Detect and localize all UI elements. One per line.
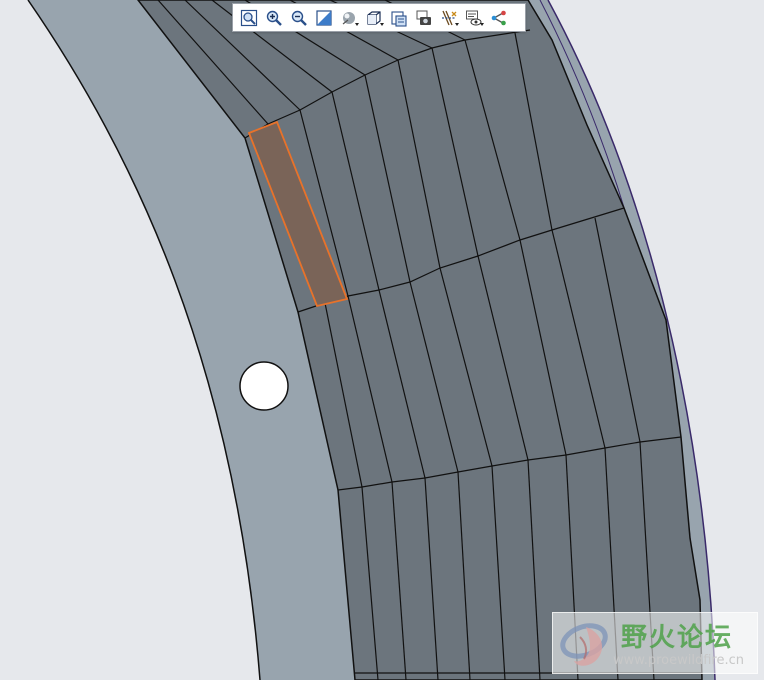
display-style-button[interactable] — [336, 6, 361, 29]
dropdown-arrow-icon — [355, 23, 359, 26]
zoom-in-icon — [265, 9, 283, 27]
render-icon — [415, 9, 433, 27]
dropdown-arrow-icon — [380, 23, 384, 26]
zoom-out-button[interactable] — [286, 6, 311, 29]
spin-center-button[interactable] — [486, 6, 511, 29]
zoom-in-button[interactable] — [261, 6, 286, 29]
hole-feature[interactable] — [239, 361, 289, 411]
dropdown-arrow-icon — [480, 23, 484, 26]
render-button[interactable] — [411, 6, 436, 29]
spin-center-icon — [490, 9, 508, 27]
zoom-fit-icon — [240, 9, 258, 27]
watermark-url: www.proewildfire.cn — [613, 653, 744, 668]
view-toolbar — [232, 3, 526, 32]
watermark-title: 野火论坛 — [621, 623, 734, 653]
repaint-button[interactable] — [311, 6, 336, 29]
repaint-icon — [315, 9, 333, 27]
dropdown-arrow-icon — [455, 23, 459, 26]
view-manager-icon — [390, 9, 408, 27]
datum-display-button[interactable] — [436, 6, 461, 29]
forum-watermark: 野火论坛 www.proewildfire.cn — [552, 612, 758, 674]
refit-button[interactable] — [236, 6, 261, 29]
forum-logo-icon — [560, 623, 608, 666]
view-manager-button[interactable] — [386, 6, 411, 29]
zoom-out-icon — [290, 9, 308, 27]
annotation-display-button[interactable] — [461, 6, 486, 29]
saved-orientations-button[interactable] — [361, 6, 386, 29]
model-viewport[interactable] — [0, 0, 764, 680]
